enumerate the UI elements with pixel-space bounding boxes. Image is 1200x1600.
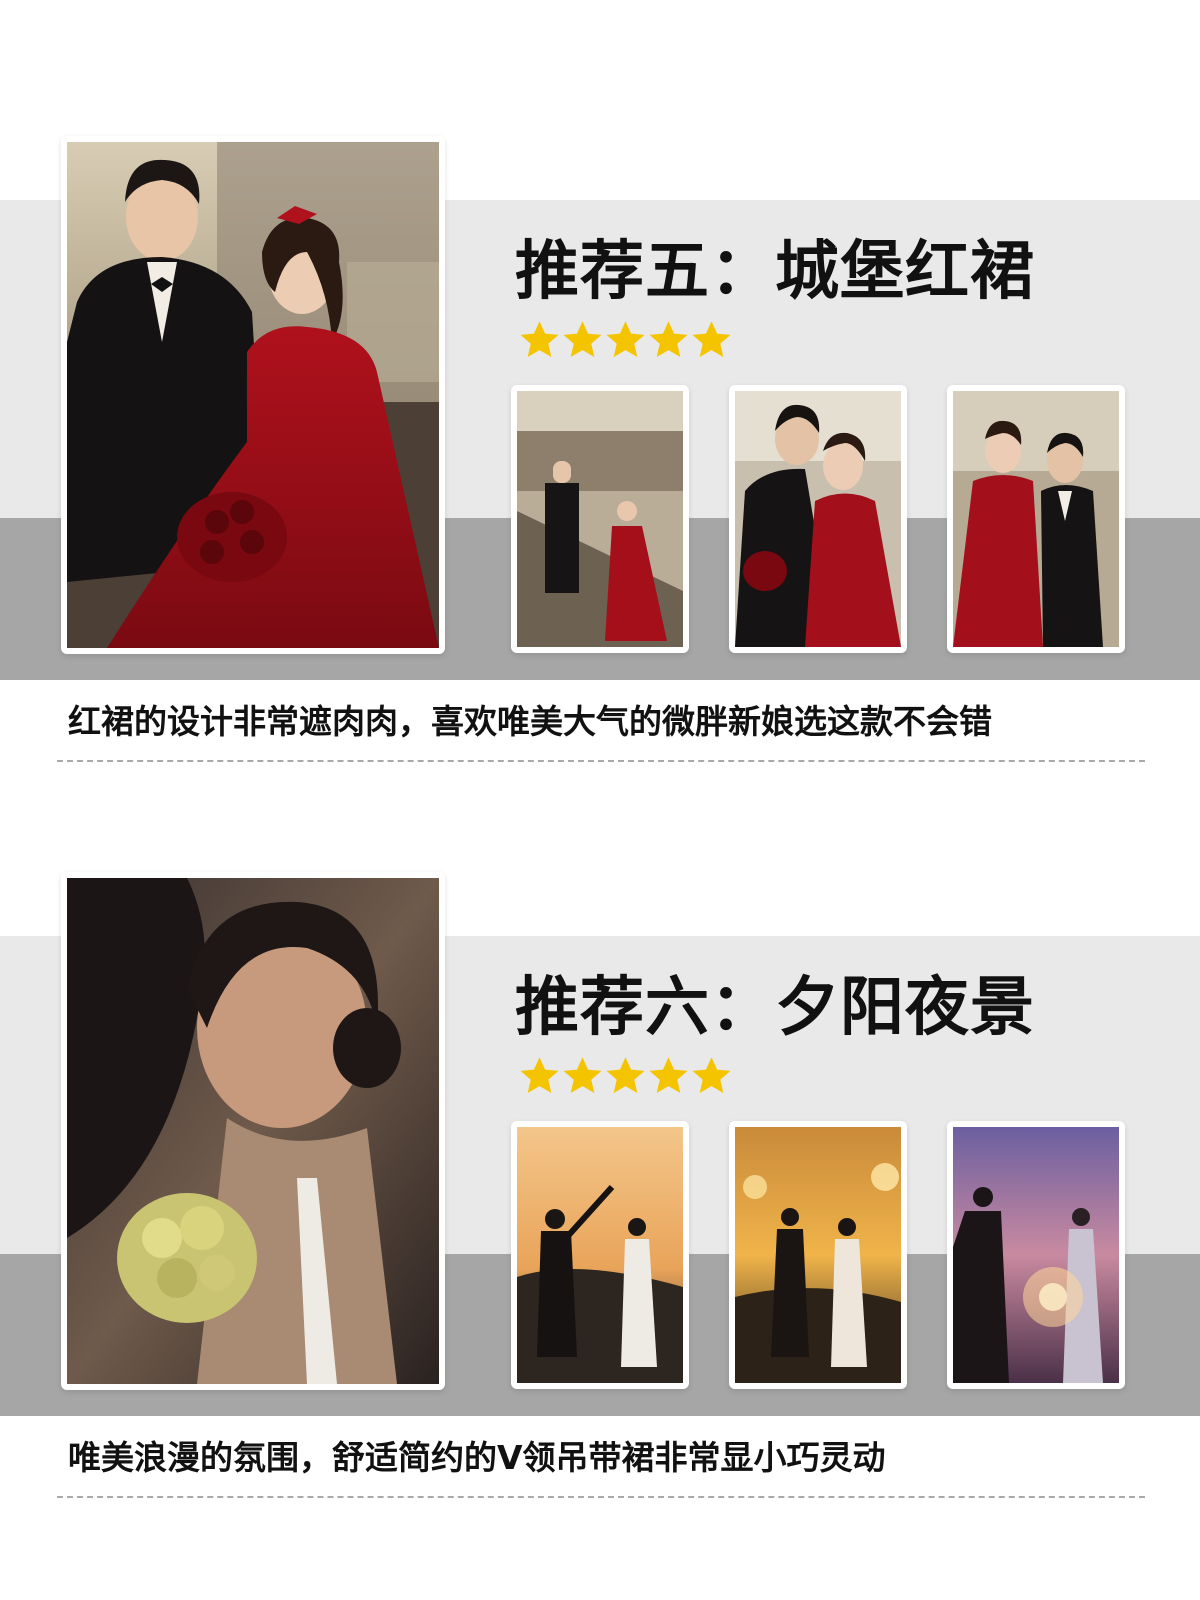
main-photo-sunset-bride (67, 878, 439, 1384)
main-photo-frame[interactable] (61, 872, 445, 1390)
star-icon (692, 1057, 731, 1094)
thumbnail-couple-embrace (735, 391, 901, 647)
main-photo-frame[interactable] (61, 136, 445, 654)
recommendation-section-5: 推荐五：城堡红裙 红裙的设计非常遮肉肉，喜欢唯美大气的微胖新娘选这款不会错 (0, 0, 1200, 762)
star-icon (649, 1057, 688, 1094)
rating-stars (518, 1054, 733, 1098)
star-icon (563, 1057, 602, 1094)
thumbnail-sparklers-dusk (735, 1127, 901, 1383)
thumbnail-frame-2[interactable] (729, 385, 907, 653)
thumbnail-frame-2[interactable] (729, 1121, 907, 1389)
star-icon (649, 321, 688, 358)
rating-stars (518, 318, 733, 362)
thumbnail-frame-1[interactable] (511, 385, 689, 653)
thumbnail-dancing-sunset (517, 1127, 683, 1383)
star-icon (692, 321, 731, 358)
recommendation-section-6: 推荐六：夕阳夜景 唯美浪漫的氛围，舒适简约的V领吊带裙非常显小巧灵动 (0, 736, 1200, 1498)
thumbnail-castle-stairs (517, 391, 683, 647)
star-icon (563, 321, 602, 358)
thumbnail-sparklers-twilight (953, 1127, 1119, 1383)
thumbnail-frame-3[interactable] (947, 385, 1125, 653)
star-icon (606, 321, 645, 358)
section-title: 推荐六：夕阳夜景 (515, 971, 1035, 1045)
section-title: 推荐五：城堡红裙 (515, 235, 1035, 309)
thumbnail-frame-1[interactable] (511, 1121, 689, 1389)
star-icon (520, 1057, 559, 1094)
main-photo-castle-red-dress (67, 142, 439, 648)
star-icon (520, 321, 559, 358)
star-icon (606, 1057, 645, 1094)
thumbnail-frame-3[interactable] (947, 1121, 1125, 1389)
dashed-divider (57, 1496, 1145, 1498)
thumbnail-couple-side-by-side (953, 391, 1119, 647)
section-description: 唯美浪漫的氛围，舒适简约的V领吊带裙非常显小巧灵动 (68, 1438, 886, 1477)
